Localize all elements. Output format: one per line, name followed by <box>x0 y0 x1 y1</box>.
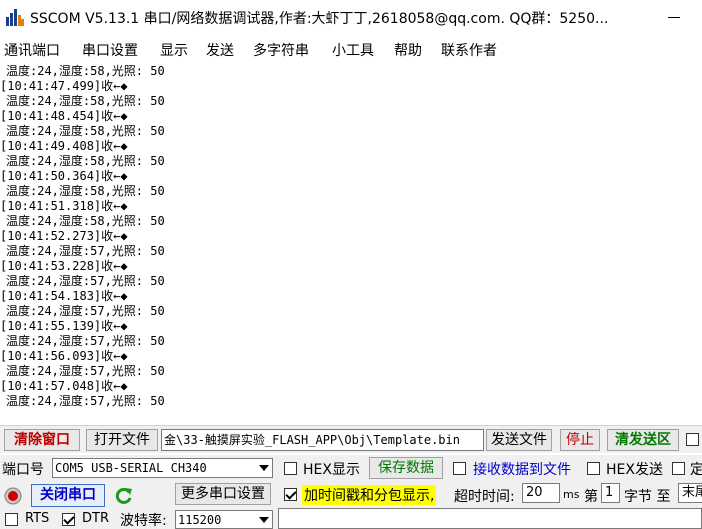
line-control-row: RTS DTR 波特率: 115200 <box>0 508 702 529</box>
receive-data-line: 温度:24,湿度:57,光照: 50 <box>6 394 165 408</box>
more-port-settings-button[interactable]: 更多串口设置 <box>175 483 271 505</box>
receive-timestamp-line: [10:41:48.454]收←◆ <box>0 109 128 123</box>
menu-multi-string[interactable]: 多字符串 <box>253 40 309 60</box>
hex-display-label: HEX显示 <box>303 462 360 478</box>
receive-timestamp-line: [10:41:56.093]收←◆ <box>0 349 128 363</box>
receive-data-line: 温度:24,湿度:58,光照: 50 <box>6 94 165 108</box>
receive-timestamp-line: [10:41:55.139]收←◆ <box>0 319 128 333</box>
control-row: 关闭串口 更多串口设置 加时间戳和分包显示, 超时时间: 20 ms 第 1 字… <box>0 481 702 508</box>
receive-data-line: 温度:24,湿度:57,光照: 50 <box>6 304 165 318</box>
receive-data-line: 温度:24,湿度:57,光照: 50 <box>6 244 165 258</box>
menu-bar: 通讯端口 串口设置 显示 发送 多字符串 小工具 帮助 联系作者 <box>0 36 702 62</box>
timeout-label: 超时时间: <box>454 489 515 505</box>
receive-timestamp-line: [10:41:52.273]收←◆ <box>0 229 128 243</box>
timed-send-checkbox[interactable] <box>672 462 685 475</box>
receive-data-line: 温度:24,湿度:58,光照: 50 <box>6 214 165 228</box>
nth-label: 第 <box>584 489 598 505</box>
hex-send-label: HEX发送 <box>606 462 663 478</box>
file-toolbar: 清除窗口 打开文件 金\33-触摸屏实验_FLASH_APP\Obj\Templ… <box>0 425 702 453</box>
recv-to-file-checkbox[interactable] <box>453 462 466 475</box>
receive-data-line: 温度:24,湿度:58,光照: 50 <box>6 154 165 168</box>
timestamp-label: 加时间戳和分包显示, <box>302 485 437 505</box>
timeout-input[interactable]: 20 <box>522 483 560 503</box>
stop-button[interactable]: 停止 <box>560 429 600 451</box>
window-title: SSCOM V5.13.1 串口/网络数据调试器,作者:大虾丁丁,2618058… <box>30 11 609 27</box>
baud-rate-select[interactable]: 115200 <box>175 510 273 529</box>
menu-tools[interactable]: 小工具 <box>332 40 374 60</box>
port-select[interactable]: COM5 USB-SERIAL CH340 <box>52 458 273 478</box>
menu-send[interactable]: 发送 <box>206 40 234 60</box>
receive-data-line: 温度:24,湿度:57,光照: 50 <box>6 334 165 348</box>
receive-area[interactable]: 温度:24,湿度:58,光照: 50 [10:41:47.499]收←◆ 温度:24… <box>0 64 702 424</box>
end-select[interactable]: 末尾 <box>678 483 702 503</box>
port-label: 端口号 <box>2 462 44 478</box>
hex-send-checkbox[interactable] <box>587 462 600 475</box>
menu-serial-settings[interactable]: 串口设置 <box>82 40 138 60</box>
clear-window-button[interactable]: 清除窗口 <box>4 429 80 451</box>
recv-to-file-label: 接收数据到文件 <box>473 462 571 478</box>
clear-send-area-button[interactable]: 清发送区 <box>607 429 679 451</box>
receive-timestamp-line: [10:41:51.318]收←◆ <box>0 199 128 213</box>
dtr-label: DTR <box>82 511 109 526</box>
menu-contact-author[interactable]: 联系作者 <box>441 40 497 60</box>
file-path-field[interactable]: 金\33-触摸屏实验_FLASH_APP\Obj\Template.bin <box>161 429 484 451</box>
timestamp-checkbox[interactable] <box>284 488 297 501</box>
chevron-down-icon <box>259 517 269 523</box>
receive-data-line: 温度:24,湿度:57,光照: 50 <box>6 274 165 288</box>
app-logo-icon <box>6 9 24 26</box>
receive-timestamp-line: [10:41:50.364]收←◆ <box>0 169 128 183</box>
minimize-button[interactable] <box>660 6 690 28</box>
rts-checkbox[interactable] <box>5 513 18 526</box>
open-file-button[interactable]: 打开文件 <box>86 429 158 451</box>
timed-send-label: 定 <box>690 462 702 478</box>
port-row: 端口号 COM5 USB-SERIAL CH340 HEX显示 保存数据 接收数… <box>0 455 702 481</box>
menu-comm-port[interactable]: 通讯端口 <box>4 40 60 60</box>
receive-timestamp-line: [10:41:54.183]收←◆ <box>0 289 128 303</box>
receive-data-line: 温度:24,湿度:58,光照: 50 <box>6 124 165 138</box>
byte-to-label: 字节 至 <box>624 489 671 505</box>
dtr-checkbox[interactable] <box>62 513 75 526</box>
chevron-down-icon <box>259 465 269 471</box>
receive-data-line: 温度:24,湿度:58,光照: 50 <box>6 64 165 78</box>
send-file-button[interactable]: 发送文件 <box>486 429 552 451</box>
port-status-led-icon <box>4 487 22 505</box>
save-data-button[interactable]: 保存数据 <box>369 457 443 479</box>
menu-help[interactable]: 帮助 <box>394 40 422 60</box>
rts-label: RTS <box>25 511 50 526</box>
receive-data-line: 温度:24,湿度:58,光照: 50 <box>6 184 165 198</box>
baud-rate-value: 115200 <box>178 513 222 527</box>
menu-display[interactable]: 显示 <box>160 40 188 60</box>
port-select-value: COM5 USB-SERIAL CH340 <box>55 461 207 475</box>
refresh-icon[interactable] <box>114 486 134 506</box>
baud-rate-label: 波特率: <box>120 513 167 529</box>
close-port-button[interactable]: 关闭串口 <box>31 484 105 507</box>
receive-timestamp-line: [10:41:53.228]收←◆ <box>0 259 128 273</box>
send-text-area[interactable] <box>278 508 702 529</box>
hex-display-checkbox[interactable] <box>284 462 297 475</box>
receive-timestamp-line: [10:41:57.048]收←◆ <box>0 379 128 393</box>
timeout-unit: ms <box>563 488 580 501</box>
receive-timestamp-line: [10:41:49.408]收←◆ <box>0 139 128 153</box>
receive-data-line: 温度:24,湿度:57,光照: 50 <box>6 364 165 378</box>
extra-checkbox[interactable] <box>686 433 699 446</box>
title-bar: SSCOM V5.13.1 串口/网络数据调试器,作者:大虾丁丁,2618058… <box>0 0 702 34</box>
receive-timestamp-line: [10:41:47.499]收←◆ <box>0 79 128 93</box>
nth-byte-input[interactable]: 1 <box>601 483 620 503</box>
